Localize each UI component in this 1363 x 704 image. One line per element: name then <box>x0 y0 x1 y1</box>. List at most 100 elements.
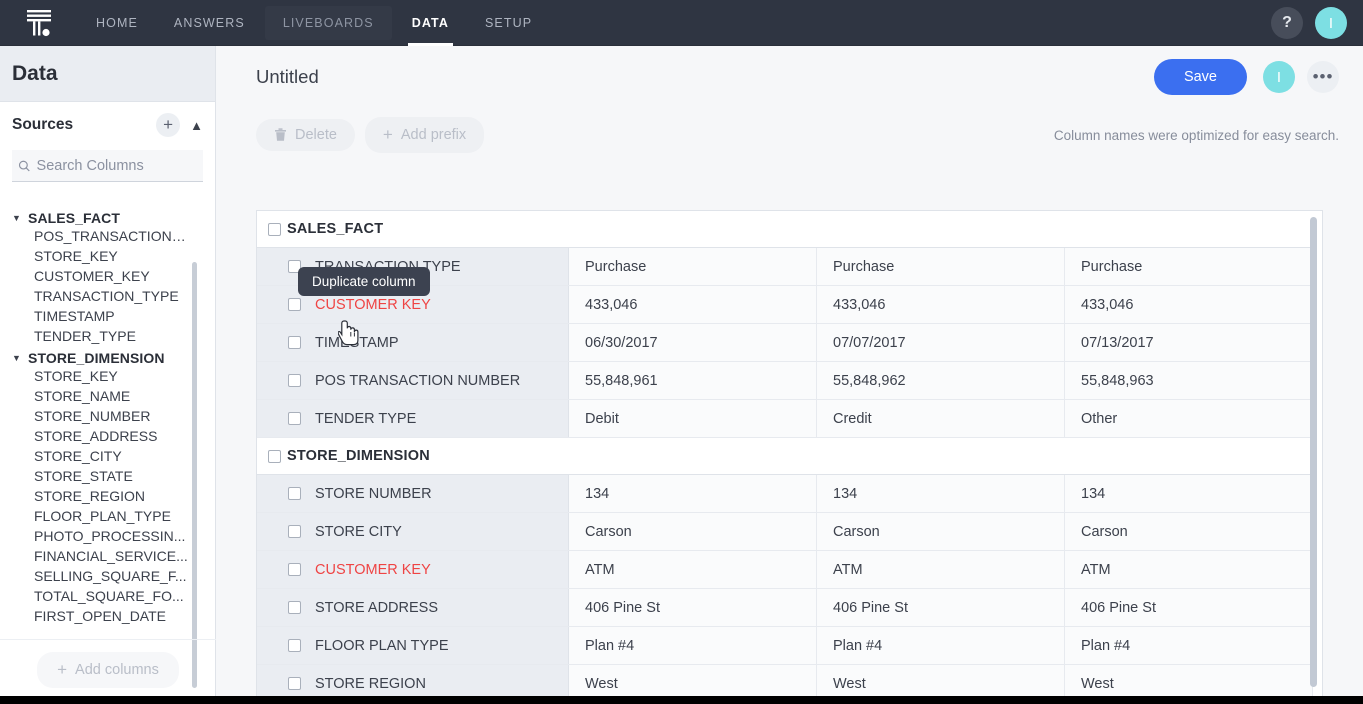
tree-column-item[interactable]: STORE_STATE <box>0 468 190 488</box>
page-title[interactable]: Untitled <box>256 66 1154 88</box>
sample-value-cell: 406 Pine St <box>1065 589 1313 626</box>
column-name-cell[interactable]: FLOOR PLAN TYPE <box>257 627 569 664</box>
row-checkbox[interactable] <box>288 336 301 349</box>
table-section-header[interactable]: SALES_FACT <box>257 211 1313 248</box>
owner-avatar[interactable]: I <box>1263 61 1295 93</box>
section-checkbox[interactable] <box>268 450 281 463</box>
tree-column-item[interactable]: STORE_REGION <box>0 488 190 508</box>
tree-column-item[interactable]: FLOOR_PLAN_TYPE <box>0 508 190 528</box>
sample-value-cell: 55,848,963 <box>1065 362 1313 399</box>
tree-column-item[interactable]: STORE_ADDRESS <box>0 428 190 448</box>
add-columns-button[interactable]: + Add columns <box>37 652 179 688</box>
sample-value-cell: 433,046 <box>569 286 817 323</box>
table-row[interactable]: TENDER TYPE Debit Credit Other <box>257 400 1313 438</box>
tree-column-item[interactable]: TIMESTAMP <box>0 308 190 328</box>
sidebar-scrollbar[interactable] <box>192 262 197 688</box>
column-name-cell[interactable]: POS TRANSACTION NUMBER <box>257 362 569 399</box>
table-row[interactable]: TIMESTAMP 06/30/2017 07/07/2017 07/13/20… <box>257 324 1313 362</box>
tree-column-item[interactable]: SELLING_SQUARE_F... <box>0 568 190 588</box>
table-row[interactable]: POS TRANSACTION NUMBER 55,848,961 55,848… <box>257 362 1313 400</box>
tree-column-item[interactable]: CUSTOMER_KEY <box>0 268 190 288</box>
tree-column-item[interactable]: STORE_KEY <box>0 248 190 268</box>
row-checkbox[interactable] <box>288 374 301 387</box>
row-checkbox[interactable] <box>288 677 301 690</box>
column-name-cell[interactable]: CUSTOMER KEY <box>257 551 569 588</box>
table-section-header[interactable]: STORE_DIMENSION <box>257 438 1313 475</box>
row-checkbox[interactable] <box>288 563 301 576</box>
row-checkbox[interactable] <box>288 412 301 425</box>
tree-table-store-dimension[interactable]: ▼ STORE_DIMENSION <box>0 348 216 368</box>
search-columns-input[interactable] <box>37 158 197 174</box>
tree-column-item[interactable]: STORE_NAME <box>0 388 190 408</box>
row-checkbox[interactable] <box>288 298 301 311</box>
thoughtspot-logo-icon <box>22 8 56 38</box>
delete-button[interactable]: Delete <box>256 119 355 151</box>
tree-column-item[interactable]: FIRST_OPEN_DATE <box>0 608 190 628</box>
more-label: ••• <box>1313 67 1334 87</box>
tree-column-item[interactable]: TRANSACTION_TYPE <box>0 288 190 308</box>
table-row[interactable]: FLOOR PLAN TYPE Plan #4 Plan #4 Plan #4 <box>257 627 1313 665</box>
add-prefix-button[interactable]: + Add prefix <box>365 117 484 153</box>
add-prefix-label: Add prefix <box>401 127 466 143</box>
tree-table-sales-fact[interactable]: ▼ SALES_FACT <box>0 208 216 228</box>
add-source-button[interactable]: + <box>156 113 180 137</box>
search-icon <box>18 159 31 173</box>
user-avatar[interactable]: I <box>1315 7 1347 39</box>
top-navigation-bar: HOME ANSWERS LIVEBOARDS DATA SETUP ? I <box>0 0 1363 46</box>
tree-column-item[interactable]: TENDER_TYPE <box>0 328 190 348</box>
column-name-cell[interactable]: STORE NUMBER <box>257 475 569 512</box>
delete-label: Delete <box>295 127 337 143</box>
row-checkbox[interactable] <box>288 487 301 500</box>
row-checkbox[interactable] <box>288 525 301 538</box>
tree-column-item[interactable]: STORE_KEY <box>0 368 190 388</box>
nav-item-home[interactable]: HOME <box>78 0 156 46</box>
caret-down-icon[interactable]: ▼ <box>12 354 28 363</box>
plus-icon: + <box>383 125 393 145</box>
table-row[interactable]: CUSTOMER KEY ATM ATM ATM <box>257 551 1313 589</box>
table-row[interactable]: STORE ADDRESS 406 Pine St 406 Pine St 40… <box>257 589 1313 627</box>
column-name-cell[interactable]: TENDER TYPE <box>257 400 569 437</box>
search-columns-box[interactable] <box>12 150 203 182</box>
table-row[interactable]: STORE NUMBER 134 134 134 <box>257 475 1313 513</box>
sample-value-cell: Plan #4 <box>569 627 817 664</box>
sidebar: Data Sources + ▲ ▼ SALES_FACT POS_TRANSA… <box>0 46 216 704</box>
avatar-initial: I <box>1329 15 1333 32</box>
column-name-label: CUSTOMER KEY <box>315 562 431 578</box>
sample-value-cell: 134 <box>1065 475 1313 512</box>
nav-item-answers[interactable]: ANSWERS <box>156 0 263 46</box>
sample-value-cell: Credit <box>817 400 1065 437</box>
tree-column-item[interactable]: FINANCIAL_SERVICE... <box>0 548 190 568</box>
nav-label: DATA <box>412 16 449 30</box>
column-name-cell[interactable]: TIMESTAMP <box>257 324 569 361</box>
table-scrollbar[interactable] <box>1310 217 1317 687</box>
column-name-label: STORE REGION <box>315 676 426 692</box>
tree-column-item[interactable]: PHOTO_PROCESSIN... <box>0 528 190 548</box>
column-name-cell[interactable]: STORE ADDRESS <box>257 589 569 626</box>
row-checkbox[interactable] <box>288 601 301 614</box>
sample-value-cell: ATM <box>817 551 1065 588</box>
tree-column-item[interactable]: STORE_CITY <box>0 448 190 468</box>
sample-value-cell: Plan #4 <box>817 627 1065 664</box>
sample-value-cell: Debit <box>569 400 817 437</box>
section-checkbox[interactable] <box>268 223 281 236</box>
sample-value-cell: 07/07/2017 <box>817 324 1065 361</box>
caret-down-icon[interactable]: ▼ <box>12 214 28 223</box>
row-checkbox[interactable] <box>288 639 301 652</box>
nav-item-setup[interactable]: SETUP <box>467 0 550 46</box>
nav-items: HOME ANSWERS LIVEBOARDS DATA SETUP <box>78 0 550 46</box>
app-logo[interactable] <box>0 8 78 38</box>
tree-column-item[interactable]: TOTAL_SQUARE_FO... <box>0 588 190 608</box>
help-icon[interactable]: ? <box>1271 7 1303 39</box>
column-tree[interactable]: ▼ SALES_FACT POS_TRANSACTION_... STORE_K… <box>0 202 216 688</box>
tree-table-label: SALES_FACT <box>28 210 120 226</box>
column-name-label: STORE CITY <box>315 524 402 540</box>
table-row[interactable]: STORE CITY Carson Carson Carson <box>257 513 1313 551</box>
chevron-up-icon[interactable]: ▲ <box>190 118 203 133</box>
tree-column-item[interactable]: POS_TRANSACTION_... <box>0 228 190 248</box>
save-button[interactable]: Save <box>1154 59 1247 95</box>
tree-column-item[interactable]: STORE_NUMBER <box>0 408 190 428</box>
column-name-cell[interactable]: STORE CITY <box>257 513 569 550</box>
nav-item-data[interactable]: DATA <box>394 0 467 46</box>
more-options-icon[interactable]: ••• <box>1307 61 1339 93</box>
nav-item-liveboards[interactable]: LIVEBOARDS <box>265 6 392 40</box>
